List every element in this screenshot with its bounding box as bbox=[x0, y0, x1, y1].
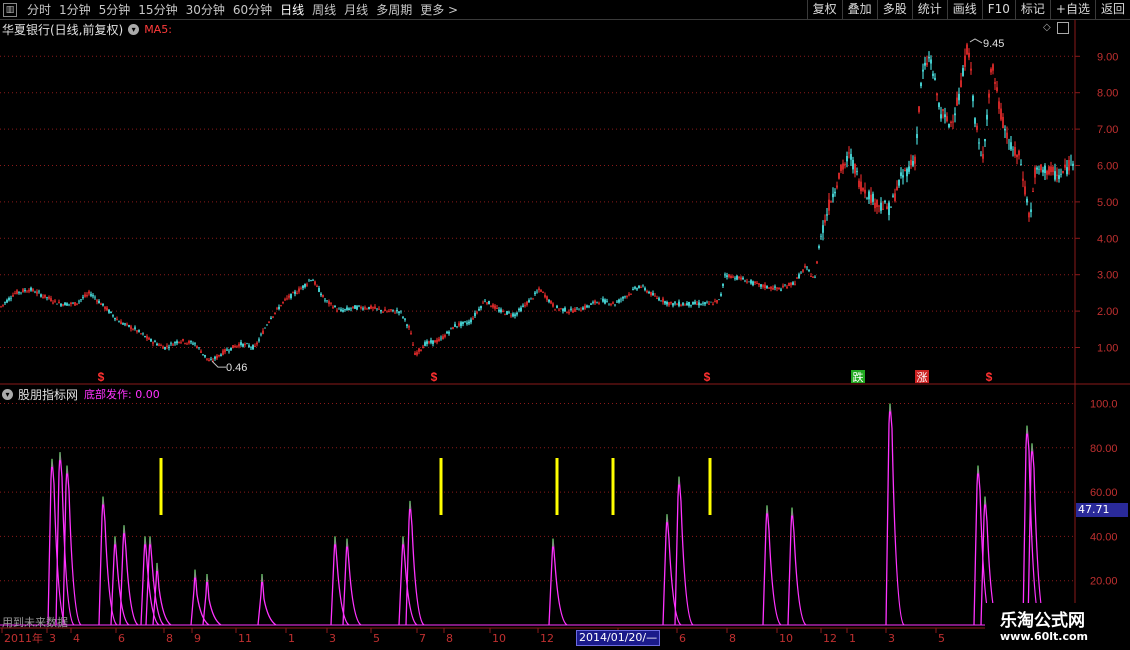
x-axis-label: 12 bbox=[540, 632, 554, 645]
indicator-spike bbox=[548, 538, 568, 626]
x-axis-label: 1 bbox=[288, 632, 295, 645]
x-axis-label: 3 bbox=[888, 632, 895, 645]
x-axis-label: 2011年 bbox=[4, 631, 43, 645]
x-axis-label: 4 bbox=[73, 632, 80, 645]
price-label: 8.00 bbox=[1097, 88, 1118, 100]
chart-canvas[interactable]: 9.008.007.006.005.004.003.002.001.00100.… bbox=[0, 0, 1130, 650]
max-price-label: 9.45 bbox=[983, 38, 1004, 50]
x-axis-label: 8 bbox=[166, 632, 173, 645]
indicator-scale-label: 60.00 bbox=[1090, 487, 1118, 499]
x-axis-label: 8 bbox=[446, 632, 453, 645]
chart-corner-icons: ◇ bbox=[1043, 22, 1069, 34]
indicator-spike bbox=[662, 514, 682, 626]
watermark-title: 乐淘公式网 bbox=[1000, 611, 1085, 631]
min-marker bbox=[211, 360, 226, 368]
diamond-icon[interactable]: ◇ bbox=[1043, 22, 1051, 34]
indicator-spike bbox=[152, 562, 172, 626]
indicator-header: ▾ 股朋指标网 底部发作: 0.00 bbox=[2, 386, 160, 402]
signal-dollar: $ bbox=[704, 370, 711, 384]
x-axis-label: 12 bbox=[823, 632, 837, 645]
x-axis-label: 11 bbox=[238, 632, 252, 645]
indicator-spike bbox=[674, 476, 694, 626]
indicator-spike bbox=[257, 574, 277, 626]
signal-dollar: $ bbox=[431, 370, 438, 384]
x-axis-label: 5 bbox=[373, 632, 380, 645]
indicator-scale-label: 20.00 bbox=[1090, 576, 1118, 588]
price-label: 5.00 bbox=[1097, 197, 1118, 209]
indicator-spike bbox=[885, 403, 905, 626]
x-axis-label: 6 bbox=[679, 632, 686, 645]
price-label: 2.00 bbox=[1097, 306, 1118, 318]
ma5-label: MA5: bbox=[144, 22, 172, 36]
x-axis-label: 3 bbox=[329, 632, 336, 645]
x-axis-label: 7 bbox=[419, 632, 426, 645]
indicator-scale-label: 80.00 bbox=[1090, 443, 1118, 455]
indicator-scale-label: 40.00 bbox=[1090, 531, 1118, 543]
x-axis-label: 1 bbox=[849, 632, 856, 645]
price-label: 1.00 bbox=[1097, 343, 1118, 355]
indicator-spike bbox=[62, 465, 82, 626]
price-label: 3.00 bbox=[1097, 270, 1118, 282]
future-data-note: 用到未来数据 bbox=[2, 616, 68, 629]
min-price-label: 0.46 bbox=[226, 362, 247, 374]
indicator-spike bbox=[787, 507, 807, 626]
max-marker bbox=[969, 38, 983, 44]
indicator-spike bbox=[405, 500, 425, 626]
x-axis-label: 3 bbox=[49, 632, 56, 645]
indicator-spike bbox=[1027, 443, 1047, 626]
chevron-down-icon[interactable]: ▾ bbox=[2, 388, 13, 400]
indicator-spike bbox=[202, 574, 222, 626]
signal-badge-text: 涨 bbox=[917, 371, 928, 384]
current-indicator-value: 47.71 bbox=[1076, 503, 1128, 517]
signal-badge-text: 跌 bbox=[853, 370, 864, 384]
watermark-url: www.60lt.com bbox=[1000, 630, 1089, 643]
stock-title: 华夏银行(日线,前复权) bbox=[2, 22, 124, 37]
price-label: 6.00 bbox=[1097, 161, 1118, 173]
x-axis-label: 10 bbox=[492, 632, 506, 645]
indicator-value: 底部发作: 0.00 bbox=[84, 388, 160, 401]
x-axis-label: 8 bbox=[729, 632, 736, 645]
indicator-spike bbox=[342, 538, 362, 626]
indicator-scale-label: 100.0 bbox=[1090, 399, 1118, 411]
indicator-name: 股朋指标网 bbox=[18, 387, 79, 402]
x-axis-label: 6 bbox=[118, 632, 125, 645]
x-axis-label: 10 bbox=[779, 632, 793, 645]
price-label: 4.00 bbox=[1097, 233, 1118, 245]
window-toggle-icon[interactable] bbox=[1056, 22, 1069, 34]
main-chart-header: 华夏银行(日线,前复权) ▾ MA5: bbox=[2, 21, 172, 37]
price-label: 7.00 bbox=[1097, 124, 1118, 136]
signal-dollar: $ bbox=[98, 370, 105, 384]
cursor-date: 2014/01/20/— bbox=[576, 630, 661, 646]
indicator-spike bbox=[762, 505, 782, 626]
signal-dollar: $ bbox=[986, 370, 993, 384]
x-axis-label: 9 bbox=[194, 632, 201, 645]
price-label: 9.00 bbox=[1097, 51, 1118, 63]
chevron-down-icon[interactable]: ▾ bbox=[128, 23, 140, 35]
x-axis-label: 5 bbox=[938, 632, 945, 645]
